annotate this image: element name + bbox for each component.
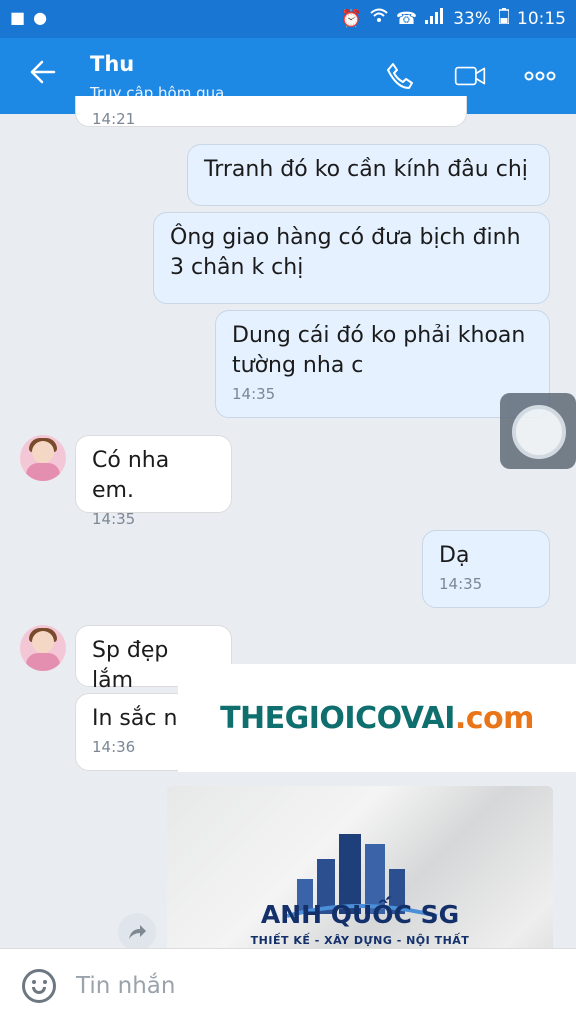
circle-icon <box>512 405 566 459</box>
phone-status-icon: ☎ <box>396 8 418 29</box>
brand-tagline: THIẾT KẾ - XÂY DỰNG - NỘI THẤT <box>250 934 470 947</box>
message-text: Ông giao hàng có đưa bịch đinh 3 chân k … <box>170 225 521 280</box>
message-bubble-outgoing[interactable]: Dạ 14:35 <box>422 530 550 608</box>
watermark-domain: .com <box>454 700 535 736</box>
message-time: 14:35 <box>92 510 136 528</box>
status-left-icons: ■ ● <box>10 8 47 27</box>
message-bubble-outgoing[interactable]: Trranh đó ko cần kính đâu chị <box>187 144 550 206</box>
brand-name: ANH QUỐC SG <box>260 900 460 929</box>
more-dots-icon[interactable] <box>524 60 556 92</box>
folder-icon: ■ <box>10 8 26 27</box>
floating-bubble-button[interactable] <box>500 393 576 469</box>
avatar[interactable] <box>20 625 66 671</box>
wifi-icon <box>370 8 388 29</box>
message-bubble-outgoing[interactable]: Ông giao hàng có đưa bịch đinh 3 chân k … <box>153 212 550 304</box>
message-text: Có nha em. <box>92 448 170 503</box>
message-text: Dung cái đó ko phải khoan tường nha c <box>232 323 526 378</box>
message-text: Dạ <box>439 543 470 568</box>
clock: 10:15 <box>517 8 566 29</box>
alarm-icon: ⏰ <box>340 8 363 29</box>
contact-name: Thu <box>90 52 135 76</box>
status-bar: ■ ● ⏰ ☎ 33% 10:15 <box>0 0 576 38</box>
watermark-text: THEGIOICOVAI <box>220 700 455 736</box>
watermark-banner: THEGIOICOVAI .com <box>178 664 576 772</box>
message-input-bar: Tin nhắn <box>0 948 576 1025</box>
phone-icon[interactable] <box>384 60 416 92</box>
video-camera-icon[interactable] <box>454 60 486 92</box>
message-time: 14:35 <box>232 385 276 403</box>
battery-percent: 33% <box>453 8 491 29</box>
share-icon[interactable] <box>118 913 156 951</box>
message-time: 14:21 <box>92 110 136 128</box>
battery-icon <box>498 8 510 29</box>
avatar[interactable] <box>20 435 66 481</box>
message-text: Trranh đó ko cần kính đâu chị <box>204 157 528 182</box>
arrow-left-icon[interactable] <box>28 58 56 92</box>
emoji-icon[interactable] <box>22 969 56 1003</box>
message-time: 14:35 <box>439 575 483 593</box>
message-input[interactable]: Tin nhắn <box>76 973 175 999</box>
notification-icon: ● <box>33 8 48 27</box>
status-right: ⏰ ☎ 33% 10:15 <box>341 8 566 29</box>
message-bubble-incoming[interactable]: Có nha em. 14:35 <box>75 435 232 528</box>
signal-icon <box>425 8 445 29</box>
header-actions <box>384 60 556 92</box>
